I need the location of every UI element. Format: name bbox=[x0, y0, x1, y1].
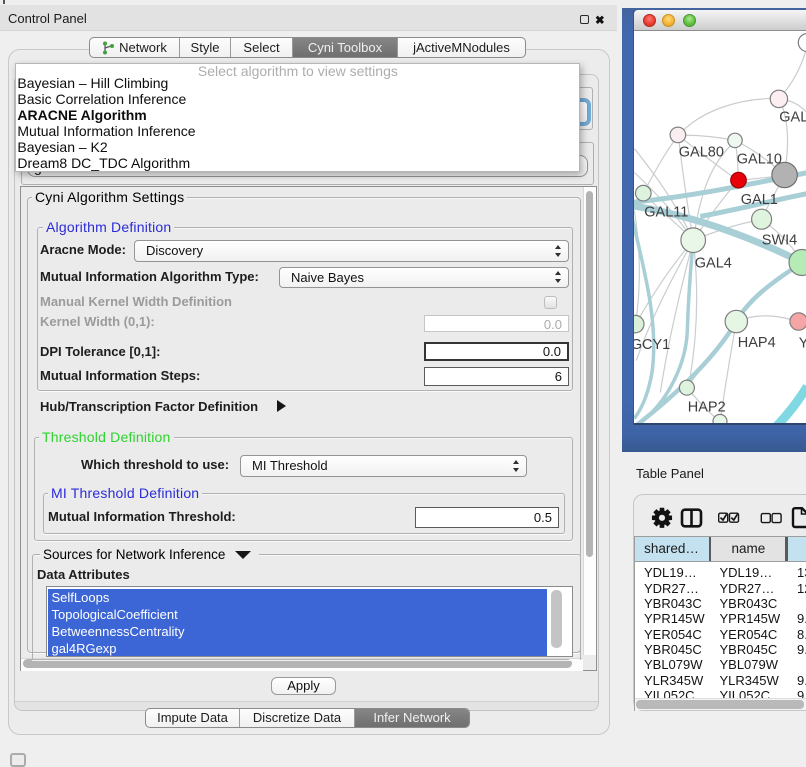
svg-text:HAP2: HAP2 bbox=[687, 399, 725, 415]
svg-text:GAL1: GAL1 bbox=[740, 192, 777, 208]
svg-text:SWI4: SWI4 bbox=[761, 232, 796, 248]
svg-text:HAP4: HAP4 bbox=[737, 334, 775, 350]
svg-text:GCY1: GCY1 bbox=[634, 336, 670, 352]
svg-text:GAL11: GAL11 bbox=[644, 204, 688, 220]
svg-text:GAL10: GAL10 bbox=[736, 151, 781, 167]
svg-text:GAL7: GAL7 bbox=[779, 109, 806, 125]
svg-text:Y: Y bbox=[798, 335, 805, 351]
svg-text:GAL80: GAL80 bbox=[678, 144, 723, 160]
svg-text:GAL4: GAL4 bbox=[694, 255, 731, 271]
